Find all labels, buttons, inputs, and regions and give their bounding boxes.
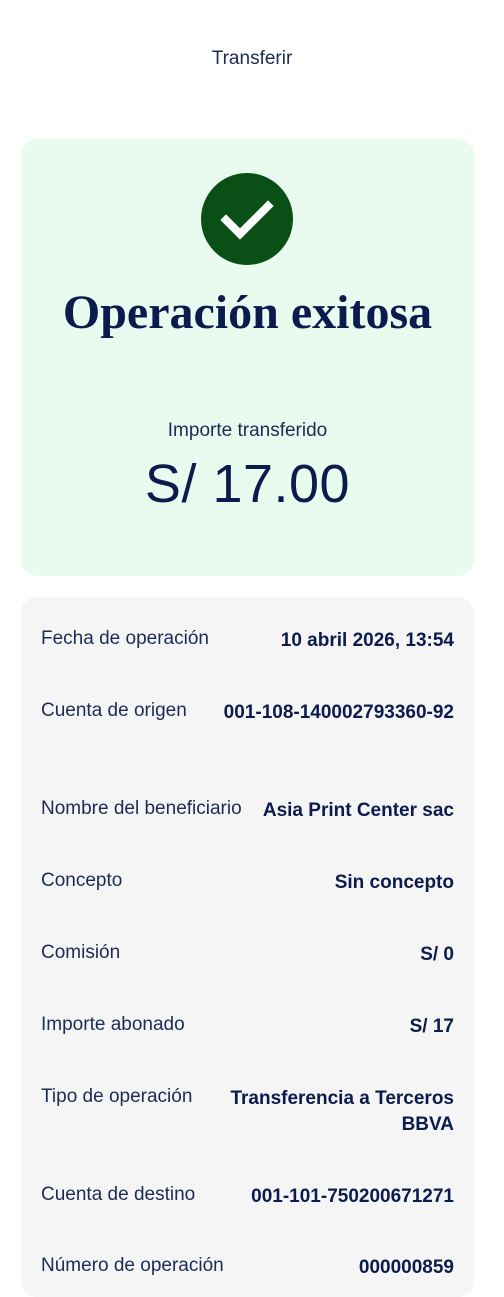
detail-label: Tipo de operación <box>41 1086 193 1107</box>
detail-label: Cuenta de origen <box>41 700 187 721</box>
detail-value: Asia Print Center sac <box>262 800 454 821</box>
detail-label: Cuenta de destino <box>41 1184 196 1205</box>
detail-label: Comisión <box>41 942 121 963</box>
amount-label: Importe transferido <box>167 420 328 441</box>
top-bar: Transferir <box>0 0 504 120</box>
detail-label: Importe abonado <box>41 1014 185 1035</box>
detail-value: 10 abril 2026, 13:54 <box>280 630 454 651</box>
amount-value: S/ 17.00 <box>144 454 351 514</box>
detail-value: Sin concepto <box>334 872 454 893</box>
check-circle-icon <box>201 173 293 265</box>
detail-label: Fecha de operación <box>41 628 209 649</box>
details-card: Fecha de operación 10 abril 2026, 13:54 … <box>21 597 474 1297</box>
detail-value: S/ 0 <box>420 944 454 965</box>
detail-value: S/ 17 <box>409 1016 454 1037</box>
page-title: Transferir <box>211 48 293 69</box>
success-card: Operación exitosa Importe transferido S/… <box>21 139 474 576</box>
detail-label: Número de operación <box>41 1255 224 1276</box>
detail-value: 001-101-750200671271 <box>251 1186 454 1207</box>
detail-label: Concepto <box>41 870 123 891</box>
detail-value: 000000859 <box>358 1257 454 1278</box>
success-title: Operación exitosa <box>62 286 433 339</box>
detail-value: Transferencia a Terceros BBVA <box>230 1088 454 1135</box>
detail-label: Nombre del beneficiario <box>41 798 242 819</box>
detail-value: 001-108-140002793360-92 <box>223 702 454 723</box>
